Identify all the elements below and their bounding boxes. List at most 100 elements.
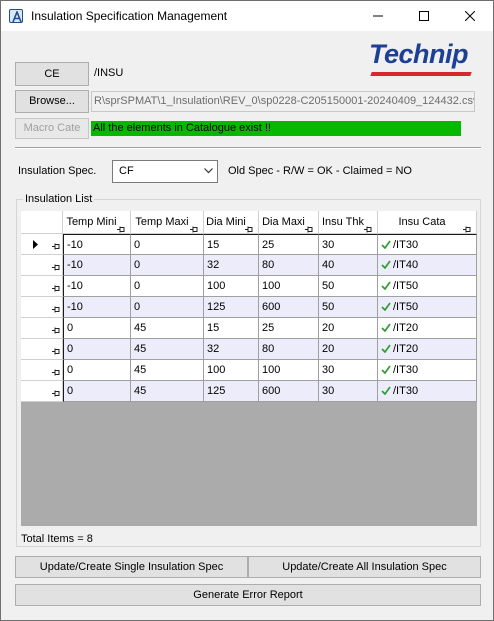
row-header[interactable]: [21, 360, 63, 381]
table-cell[interactable]: 32: [204, 255, 259, 276]
ce-value: /INSU: [94, 67, 124, 79]
window-title: Insulation Specification Management: [31, 9, 228, 23]
table-cell[interactable]: 0: [131, 297, 204, 318]
table-cell[interactable]: /IT20: [378, 318, 477, 339]
table-cell[interactable]: /IT30: [378, 234, 477, 255]
close-button[interactable]: [447, 1, 493, 31]
pin-icon[interactable]: [52, 388, 61, 400]
table-cell[interactable]: 600: [259, 297, 319, 318]
pin-icon[interactable]: [52, 283, 61, 295]
table-cell[interactable]: 45: [131, 381, 204, 402]
table-cell[interactable]: -10: [63, 297, 131, 318]
table-cell[interactable]: 32: [204, 339, 259, 360]
table-cell[interactable]: 15: [204, 234, 259, 255]
check-icon: [381, 344, 391, 353]
update-all-button[interactable]: Update/Create All Insulation Spec: [248, 556, 481, 578]
cell-value: 125: [207, 301, 226, 313]
pin-icon[interactable]: [52, 241, 61, 253]
table-cell[interactable]: 100: [204, 360, 259, 381]
table-cell[interactable]: 20: [319, 339, 378, 360]
pin-icon[interactable]: [52, 367, 61, 379]
row-header[interactable]: [21, 234, 63, 255]
table-cell[interactable]: /IT50: [378, 297, 477, 318]
macro-cate-button[interactable]: Macro Cate: [15, 118, 89, 139]
row-header[interactable]: [21, 318, 63, 339]
insulation-spec-select[interactable]: CF: [112, 160, 218, 183]
pin-icon[interactable]: [52, 262, 61, 274]
table-cell[interactable]: 0: [131, 276, 204, 297]
column-header[interactable]: Dia Mini: [204, 211, 259, 234]
column-header[interactable]: Dia Maxi: [259, 211, 319, 234]
check-icon: [381, 281, 391, 290]
table-cell[interactable]: 125: [204, 297, 259, 318]
cell-value: 45: [134, 343, 147, 355]
row-header[interactable]: [21, 276, 63, 297]
table-cell[interactable]: 125: [204, 381, 259, 402]
table-cell[interactable]: 15: [204, 318, 259, 339]
table-cell[interactable]: 100: [259, 276, 319, 297]
table-cell[interactable]: 0: [63, 318, 131, 339]
pin-icon[interactable]: [52, 304, 61, 316]
cell-value: 100: [262, 280, 281, 292]
minimize-button[interactable]: [355, 1, 401, 31]
table-cell[interactable]: 0: [131, 255, 204, 276]
table-cell[interactable]: 50: [319, 276, 378, 297]
table-cell[interactable]: 30: [319, 381, 378, 402]
browse-button[interactable]: Browse...: [15, 90, 89, 113]
maximize-button[interactable]: [401, 1, 447, 31]
cell-value: 30: [322, 239, 335, 251]
main-window: Insulation Specification Management CE /…: [0, 0, 494, 621]
table-cell[interactable]: 0: [63, 339, 131, 360]
check-icon: [381, 386, 391, 395]
generate-error-report-button[interactable]: Generate Error Report: [15, 584, 481, 606]
check-icon: [381, 302, 391, 311]
table-cell[interactable]: 40: [319, 255, 378, 276]
column-header[interactable]: Temp Maxi: [131, 211, 204, 234]
file-path-field[interactable]: R\sprSPMAT\1_Insulation\REV_0\sp0228-C20…: [91, 91, 475, 112]
table-cell[interactable]: 0: [63, 381, 131, 402]
table-cell[interactable]: -10: [63, 276, 131, 297]
table-cell[interactable]: 80: [259, 339, 319, 360]
table-cell[interactable]: /IT30: [378, 360, 477, 381]
row-header[interactable]: [21, 297, 63, 318]
table-cell[interactable]: 600: [259, 381, 319, 402]
table-cell[interactable]: -10: [63, 255, 131, 276]
table-cell[interactable]: 45: [131, 318, 204, 339]
table-cell[interactable]: /IT30: [378, 381, 477, 402]
table-cell[interactable]: 45: [131, 339, 204, 360]
row-header[interactable]: [21, 339, 63, 360]
title-bar[interactable]: Insulation Specification Management: [1, 1, 493, 31]
table-cell[interactable]: 100: [259, 360, 319, 381]
row-header[interactable]: [21, 381, 63, 402]
table-cell[interactable]: /IT40: [378, 255, 477, 276]
pin-icon[interactable]: [52, 346, 61, 358]
table-cell[interactable]: 25: [259, 318, 319, 339]
minimize-icon: [373, 15, 383, 17]
cell-value: 0: [134, 259, 141, 271]
pin-icon[interactable]: [52, 325, 61, 337]
table-cell[interactable]: 45: [131, 360, 204, 381]
table-cell[interactable]: 0: [131, 234, 204, 255]
table-cell[interactable]: /IT20: [378, 339, 477, 360]
table-cell[interactable]: 25: [259, 234, 319, 255]
table-cell[interactable]: 20: [319, 318, 378, 339]
column-header[interactable]: Temp Mini: [63, 211, 131, 234]
cell-value: 15: [207, 239, 220, 251]
insulation-grid[interactable]: Temp Mini Temp Maxi Dia Mini Dia Maxi Insu T…: [21, 211, 477, 526]
ce-button[interactable]: CE: [15, 62, 89, 86]
update-single-button[interactable]: Update/Create Single Insulation Spec: [15, 556, 248, 578]
insulation-list-title: Insulation List: [23, 193, 95, 205]
table-cell[interactable]: 80: [259, 255, 319, 276]
column-header[interactable]: Insu Cata: [378, 211, 477, 234]
cell-value: 20: [322, 322, 335, 334]
table-cell[interactable]: 50: [319, 297, 378, 318]
table-cell[interactable]: -10: [63, 234, 131, 255]
table-cell[interactable]: 30: [319, 234, 378, 255]
table-cell[interactable]: 30: [319, 360, 378, 381]
table-cell[interactable]: /IT50: [378, 276, 477, 297]
total-items: Total Items = 8: [21, 533, 93, 545]
table-cell[interactable]: 0: [63, 360, 131, 381]
table-cell[interactable]: 100: [204, 276, 259, 297]
column-header[interactable]: Insu Thk: [319, 211, 378, 234]
row-header[interactable]: [21, 255, 63, 276]
